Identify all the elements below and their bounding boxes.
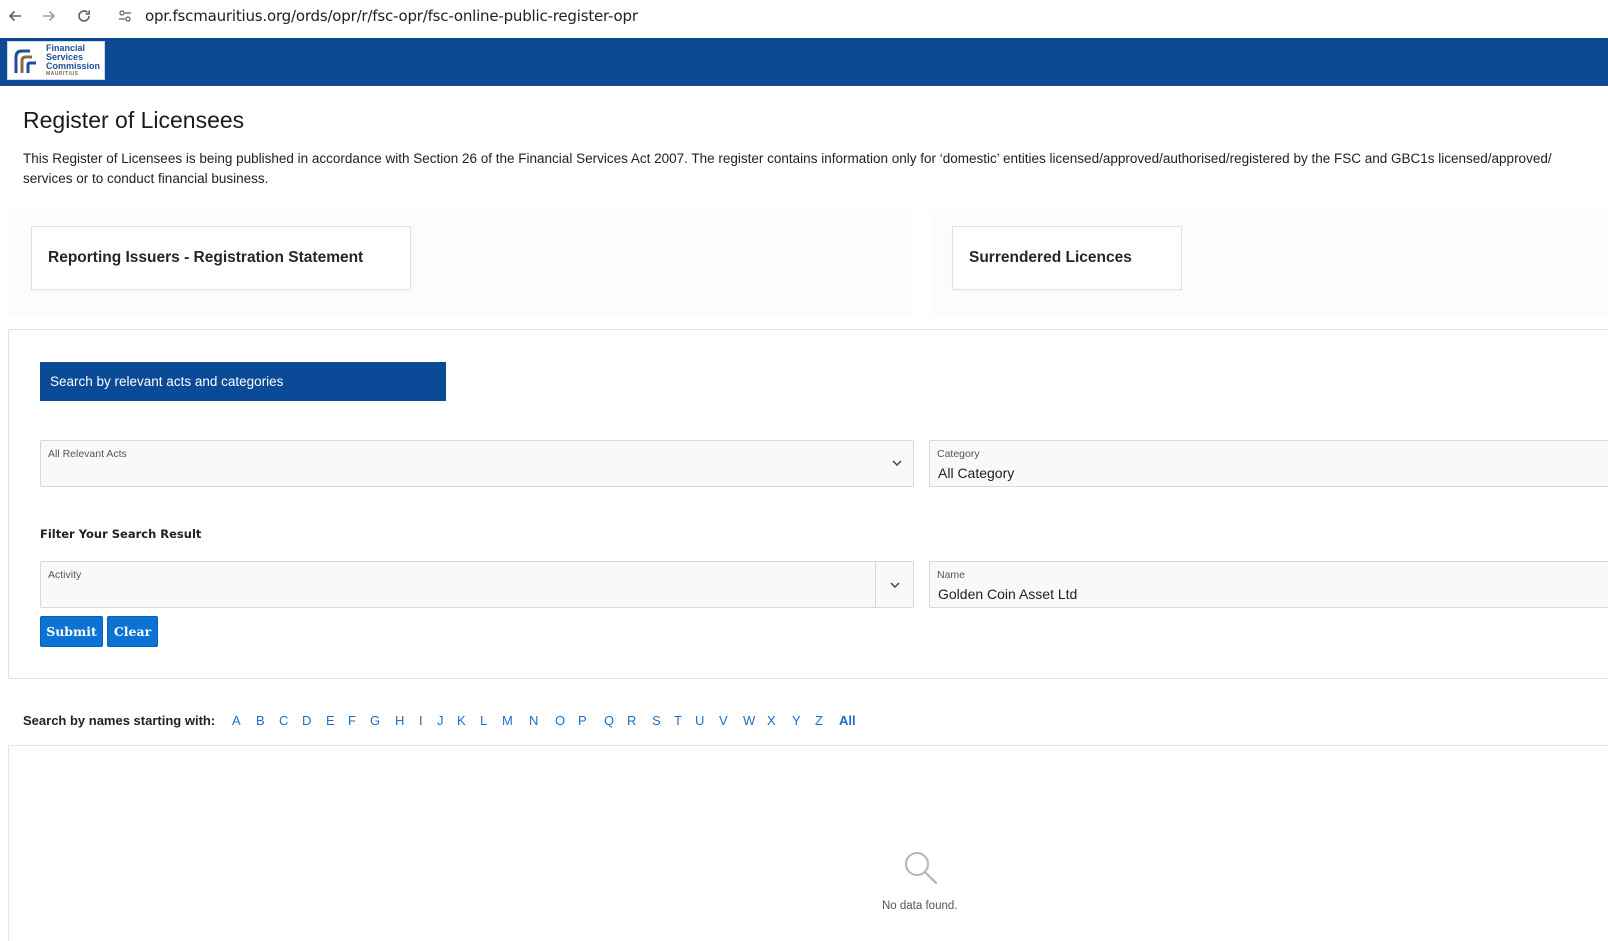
search-banner: Search by relevant acts and categories <box>40 362 446 401</box>
alphabet-link-w[interactable]: W <box>743 713 755 728</box>
chevron-down-icon <box>889 581 900 588</box>
alphabet-link-s[interactable]: S <box>652 713 661 728</box>
relevant-acts-select[interactable]: All Relevant Acts <box>40 440 914 487</box>
alphabet-link-l[interactable]: L <box>480 713 487 728</box>
alphabet-link-i[interactable]: I <box>419 713 423 728</box>
alphabet-link-m[interactable]: M <box>502 713 513 728</box>
forward-arrow-icon[interactable] <box>37 4 61 28</box>
app-header: Financial Services Commission MAURITIUS <box>0 38 1608 86</box>
intro-text: This Register of Licensees is being publ… <box>23 149 1608 189</box>
alphabet-link-all[interactable]: All <box>839 713 856 728</box>
alphabet-link-p[interactable]: P <box>578 713 587 728</box>
page-title: Register of Licensees <box>23 107 245 133</box>
activity-select[interactable]: Activity <box>40 561 914 608</box>
alphabet-link-a[interactable]: A <box>232 713 241 728</box>
alphabet-link-t[interactable]: T <box>674 713 682 728</box>
alphabet-link-x[interactable]: X <box>767 713 776 728</box>
chevron-down-icon <box>892 460 902 467</box>
alphabet-link-e[interactable]: E <box>326 713 335 728</box>
address-bar[interactable]: opr.fscmauritius.org/ords/opr/r/fsc-opr/… <box>145 7 638 25</box>
alphabet-link-j[interactable]: J <box>437 713 444 728</box>
browser-toolbar: opr.fscmauritius.org/ords/opr/r/fsc-opr/… <box>0 0 1608 33</box>
alphabet-link-c[interactable]: C <box>279 713 288 728</box>
logo-wordmark: Financial Services Commission MAURITIUS <box>46 43 101 78</box>
clear-button[interactable]: Clear <box>107 616 158 647</box>
name-field[interactable]: Name Golden Coin Asset Ltd <box>929 561 1608 608</box>
alphabet-link-q[interactable]: Q <box>604 713 614 728</box>
alphabet-label: Search by names starting with: <box>23 713 216 728</box>
alphabet-link-z[interactable]: Z <box>815 713 823 728</box>
site-info-icon[interactable] <box>114 5 136 27</box>
relevant-acts-label: All Relevant Acts <box>48 448 127 460</box>
surrendered-licences-card[interactable]: Surrendered Licences <box>952 226 1182 290</box>
alphabet-link-o[interactable]: O <box>555 713 565 728</box>
name-value: Golden Coin Asset Ltd <box>938 586 1078 602</box>
alphabet-link-f[interactable]: F <box>348 713 356 728</box>
activity-label: Activity <box>48 569 82 581</box>
category-select[interactable]: Category All Category <box>929 440 1608 487</box>
name-label: Name <box>937 569 966 581</box>
logo-line-3: Commission <box>46 60 101 71</box>
search-icon <box>905 852 938 885</box>
alphabet-link-r[interactable]: R <box>627 713 636 728</box>
category-value: All Category <box>938 465 1015 481</box>
intro-line-2: services or to conduct financial busines… <box>23 171 269 186</box>
no-data-text: No data found. <box>882 900 958 912</box>
fsc-logo-mark-icon <box>14 49 36 73</box>
alphabet-link-n[interactable]: N <box>529 713 538 728</box>
alphabet-link-h[interactable]: H <box>395 713 404 728</box>
back-arrow-icon[interactable] <box>3 4 27 28</box>
fsc-logo[interactable]: Financial Services Commission MAURITIUS <box>7 41 105 80</box>
alphabet-link-k[interactable]: K <box>457 713 466 728</box>
intro-line-1: This Register of Licensees is being publ… <box>23 151 1552 166</box>
alphabet-link-y[interactable]: Y <box>792 713 801 728</box>
submit-button[interactable]: Submit <box>40 616 103 647</box>
category-label: Category <box>937 448 980 460</box>
filter-heading: Filter Your Search Result <box>40 527 202 541</box>
logo-line-4: MAURITIUS <box>46 70 79 77</box>
alphabet-link-d[interactable]: D <box>302 713 311 728</box>
results-region <box>8 745 1608 941</box>
alphabet-link-u[interactable]: U <box>695 713 704 728</box>
activity-dropdown-button[interactable] <box>875 562 913 607</box>
reload-icon[interactable] <box>72 4 96 28</box>
alphabet-link-g[interactable]: G <box>370 713 380 728</box>
reporting-issuers-card[interactable]: Reporting Issuers - Registration Stateme… <box>31 226 411 290</box>
alphabet-link-v[interactable]: V <box>719 713 728 728</box>
alphabet-link-b[interactable]: B <box>256 713 265 728</box>
